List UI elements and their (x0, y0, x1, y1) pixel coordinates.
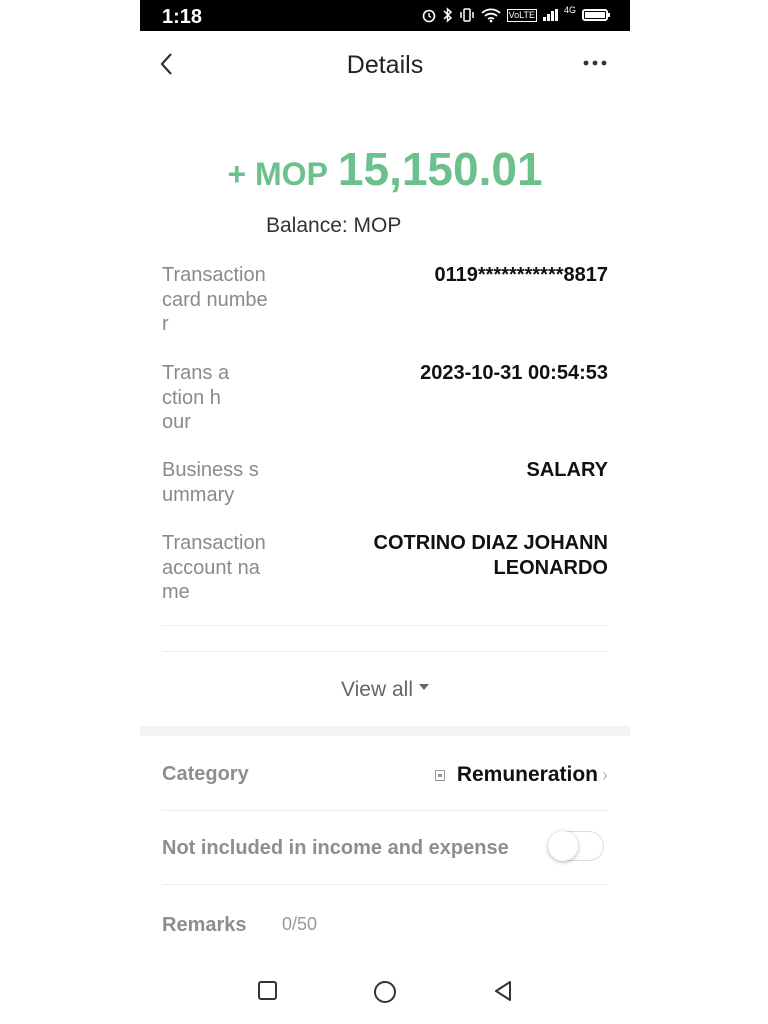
page-title: Details (346, 51, 424, 79)
circle-icon (374, 981, 396, 1003)
category-label: Category (162, 763, 249, 785)
bluetooth-icon (443, 7, 453, 23)
transaction-amount: + MOP 15,150.01 (140, 142, 630, 196)
toggle-knob (548, 831, 578, 861)
remarks-label: Remarks (162, 914, 247, 936)
detail-label: Business summary (162, 459, 259, 506)
detail-value: 2023-10-31 00:54:53 (420, 362, 608, 384)
caret-down-icon (418, 684, 429, 691)
amount-currency: + MOP (227, 156, 328, 192)
home-button[interactable] (373, 980, 397, 1009)
volte-icon: VoLTE (506, 8, 537, 22)
divider (162, 625, 608, 626)
detail-label: Transaction account name (162, 532, 266, 603)
back-nav-button[interactable] (492, 980, 514, 1007)
category-value: Remuneration (456, 763, 598, 786)
system-nav-bar (140, 960, 630, 1024)
divider (162, 810, 608, 811)
status-bar: 1:18 VoLTE 4G (140, 0, 630, 31)
signal-icon (542, 9, 558, 21)
view-all-label: View all (341, 678, 413, 701)
wifi-icon (481, 7, 501, 23)
phone-screen: 1:18 VoLTE 4G Details + MOP 15,150.01 Ba… (140, 0, 630, 1024)
network-type: 4G (563, 5, 576, 15)
balance-text: Balance: MOP (266, 214, 402, 237)
square-icon (258, 981, 277, 1000)
divider (162, 884, 608, 885)
exclude-income-expense-toggle[interactable] (548, 831, 604, 861)
remarks-counter: 0/50 (282, 914, 318, 934)
header: Details (140, 31, 630, 99)
detail-value: COTRINO DIAZ JOHANN LEONARDO (373, 532, 608, 579)
amount-value: 15,150.01 (337, 143, 543, 195)
divider (162, 651, 608, 652)
detail-value: 0119***********8817 (434, 264, 609, 286)
more-button[interactable] (582, 55, 610, 71)
battery-icon (582, 9, 610, 21)
more-dots-icon (583, 60, 607, 66)
vibrate-icon (459, 7, 475, 23)
section-separator (140, 726, 630, 736)
chevron-right-icon: › (602, 764, 608, 785)
status-icons: VoLTE 4G (421, 5, 610, 23)
status-time: 1:18 (162, 6, 203, 28)
exclude-income-expense-label: Not included in income and expense (162, 837, 509, 859)
triangle-back-icon (495, 981, 511, 1001)
detail-label: Trans action hour (162, 362, 230, 433)
category-selector[interactable]: Remuneration › (434, 763, 608, 787)
detail-label: Transaction card number (162, 264, 268, 335)
detail-value: SALARY (526, 459, 608, 481)
receipt-icon (434, 769, 445, 781)
alarm-icon (421, 7, 437, 23)
recents-button[interactable] (257, 980, 279, 1007)
view-all-button[interactable]: View all (140, 678, 630, 702)
